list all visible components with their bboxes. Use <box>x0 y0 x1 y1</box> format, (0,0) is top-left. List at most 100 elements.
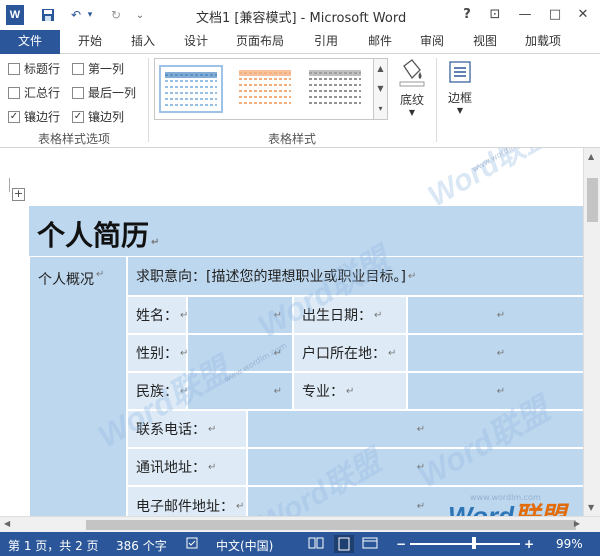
tab-review[interactable]: 审阅 <box>418 30 446 54</box>
tab-file[interactable]: 文件 <box>0 30 60 54</box>
minimize-button[interactable]: — <box>514 4 536 24</box>
table-move-handle-icon[interactable]: + <box>12 188 25 201</box>
phone-label-cell[interactable]: 联系电话： ↵ <box>127 410 247 448</box>
ribbon-display-options-button[interactable]: ⊡ <box>484 4 506 24</box>
tab-page-layout[interactable]: 页面布局 <box>234 30 286 54</box>
checkbox-box <box>72 86 84 99</box>
phone-value-cell[interactable]: ↵ <box>247 410 583 448</box>
ethnic-label-cell[interactable]: 民族： ↵ <box>127 372 188 410</box>
header-row-checkbox[interactable]: 标题行 <box>8 60 60 77</box>
zoom-level[interactable]: 99% <box>556 537 583 551</box>
email-label-cell[interactable]: 电子邮件地址： ↵ <box>127 486 247 516</box>
major-value-cell[interactable]: ↵ <box>407 372 583 410</box>
read-mode-icon[interactable] <box>308 537 324 552</box>
zoom-in-button[interactable]: + <box>524 537 534 551</box>
gallery-down-icon[interactable]: ▼ <box>374 79 387 99</box>
horizontal-scroll-thumb[interactable] <box>86 520 576 530</box>
borders-button[interactable]: 边框 ▼ <box>440 58 480 124</box>
zoom-slider-thumb[interactable] <box>472 537 476 549</box>
table-styles-gallery: ▲ ▼ ▾ <box>154 58 388 120</box>
zoom-out-button[interactable]: − <box>396 537 406 551</box>
proofing-icon[interactable] <box>186 537 200 552</box>
document-area[interactable]: + 个人简历 ↵ 个人概况 ↵ 求职意向：[描述您的理想职业或职业目标。] ↵ 姓名：… <box>0 148 583 516</box>
ribbon-tabs: 文件 开始 插入 设计 页面布局 引用 邮件 审阅 视图 加载项 <box>0 30 600 54</box>
undo-more-icon[interactable]: ▾ <box>84 5 96 25</box>
scroll-left-icon[interactable]: ◀ <box>4 519 10 528</box>
window-title: 文档1 [兼容模式] - Microsoft Word <box>196 11 407 26</box>
checkbox-box <box>8 62 20 75</box>
chevron-down-icon: ▼ <box>456 106 464 115</box>
margin-corner <box>8 178 10 192</box>
tab-insert[interactable]: 插入 <box>129 30 157 54</box>
resume-table[interactable]: 个人简历 ↵ 个人概况 ↵ 求职意向：[描述您的理想职业或职业目标。] ↵ 姓名： ↵ … <box>28 206 583 516</box>
table-styles-label: 表格样式 <box>268 132 317 146</box>
gallery-up-icon[interactable]: ▲ <box>374 59 387 79</box>
gender-label-cell[interactable]: 性别： ↵ <box>127 334 188 372</box>
title-row: 个人简历 ↵ <box>29 206 583 256</box>
watermark-corner-logo: Word联盟 <box>448 501 566 516</box>
tab-mailings[interactable]: 邮件 <box>366 30 394 54</box>
scroll-up-icon[interactable]: ▲ <box>588 152 594 161</box>
table-style-option[interactable] <box>235 65 299 113</box>
vertical-scroll-thumb[interactable] <box>587 178 598 222</box>
undo-icon[interactable]: ↶ <box>66 5 86 25</box>
language-indicator[interactable]: 中文(中国) <box>216 537 273 554</box>
table-style-option[interactable] <box>159 65 223 113</box>
tab-view[interactable]: 视图 <box>471 30 499 54</box>
shading-button[interactable]: 底纹 ▼ <box>392 58 432 124</box>
customize-quick-access-icon[interactable]: ⌄ <box>130 5 150 25</box>
print-layout-icon[interactable] <box>334 535 354 553</box>
page-count[interactable]: 第 1 页，共 2 页 <box>8 537 99 554</box>
scroll-down-icon[interactable]: ▼ <box>588 503 594 512</box>
section-label-cell[interactable]: 个人概况 ↵ <box>29 256 127 516</box>
first-column-checkbox[interactable]: 第一列 <box>72 60 124 77</box>
borders-icon <box>449 61 471 83</box>
ethnic-value-cell[interactable]: ↵ <box>187 372 293 410</box>
save-icon[interactable] <box>38 5 58 25</box>
table-style-options-label: 表格样式选项 <box>38 132 111 146</box>
horizontal-scrollbar[interactable]: ◀ ▶ <box>0 516 600 532</box>
help-button[interactable]: ? <box>456 4 478 24</box>
checkbox-box <box>8 86 20 99</box>
web-layout-icon[interactable] <box>362 537 378 552</box>
tab-addins[interactable]: 加载项 <box>523 30 563 54</box>
total-row-checkbox[interactable]: 汇总行 <box>8 84 60 101</box>
scroll-right-icon[interactable]: ▶ <box>574 519 580 528</box>
name-label-cell[interactable]: 姓名： ↵ <box>127 296 188 334</box>
zoom-slider[interactable] <box>410 543 520 545</box>
check-icon: ✓ <box>72 110 84 123</box>
resume-title[interactable]: 个人简历 ↵ <box>37 214 159 254</box>
last-column-checkbox[interactable]: 最后一列 <box>72 84 136 101</box>
name-value-cell[interactable]: ↵ <box>187 296 293 334</box>
vertical-scrollbar[interactable]: ▲ ▼ <box>583 148 600 516</box>
address-label-cell[interactable]: 通讯地址： ↵ <box>127 448 247 486</box>
group-separator <box>436 58 437 142</box>
title-bar: W ↶ ▾ ↻ ⌄ 文档1 [兼容模式] - Microsoft Word ? … <box>0 0 600 30</box>
tab-design[interactable]: 设计 <box>182 30 210 54</box>
birth-value-cell[interactable]: ↵ <box>407 296 583 334</box>
ribbon-body: 标题行 第一列 汇总行 最后一列 ✓ 镶边行 ✓ 镶边列 表格样式选项 ▲ ▼ … <box>0 54 600 148</box>
check-icon: ✓ <box>8 110 20 123</box>
chevron-down-icon: ▼ <box>408 108 416 117</box>
table-style-option[interactable] <box>305 65 369 113</box>
tab-home[interactable]: 开始 <box>76 30 104 54</box>
gallery-scroll[interactable]: ▲ ▼ ▾ <box>373 59 387 119</box>
gallery-more-icon[interactable]: ▾ <box>374 99 387 119</box>
major-label-cell[interactable]: 专业： ↵ <box>293 372 407 410</box>
word-app-icon[interactable]: W <box>6 5 24 25</box>
maximize-button[interactable]: □ <box>544 4 566 24</box>
redo-icon[interactable]: ↻ <box>106 5 126 25</box>
banded-columns-checkbox[interactable]: ✓ 镶边列 <box>72 108 124 125</box>
hukou-label-cell[interactable]: 户口所在地： ↵ <box>293 334 407 372</box>
objective-cell[interactable]: 求职意向：[描述您的理想职业或职业目标。] ↵ <box>127 256 583 296</box>
word-count[interactable]: 386 个字 <box>116 537 167 554</box>
banded-rows-checkbox[interactable]: ✓ 镶边行 <box>8 108 60 125</box>
birth-label-cell[interactable]: 出生日期： ↵ <box>293 296 407 334</box>
paint-bucket-icon <box>399 59 425 87</box>
address-value-cell[interactable]: ↵ <box>247 448 583 486</box>
close-button[interactable]: ✕ <box>572 4 594 24</box>
tab-references[interactable]: 引用 <box>312 30 340 54</box>
hukou-value-cell[interactable]: ↵ <box>407 334 583 372</box>
checkbox-box <box>72 62 84 75</box>
group-separator <box>148 58 149 142</box>
